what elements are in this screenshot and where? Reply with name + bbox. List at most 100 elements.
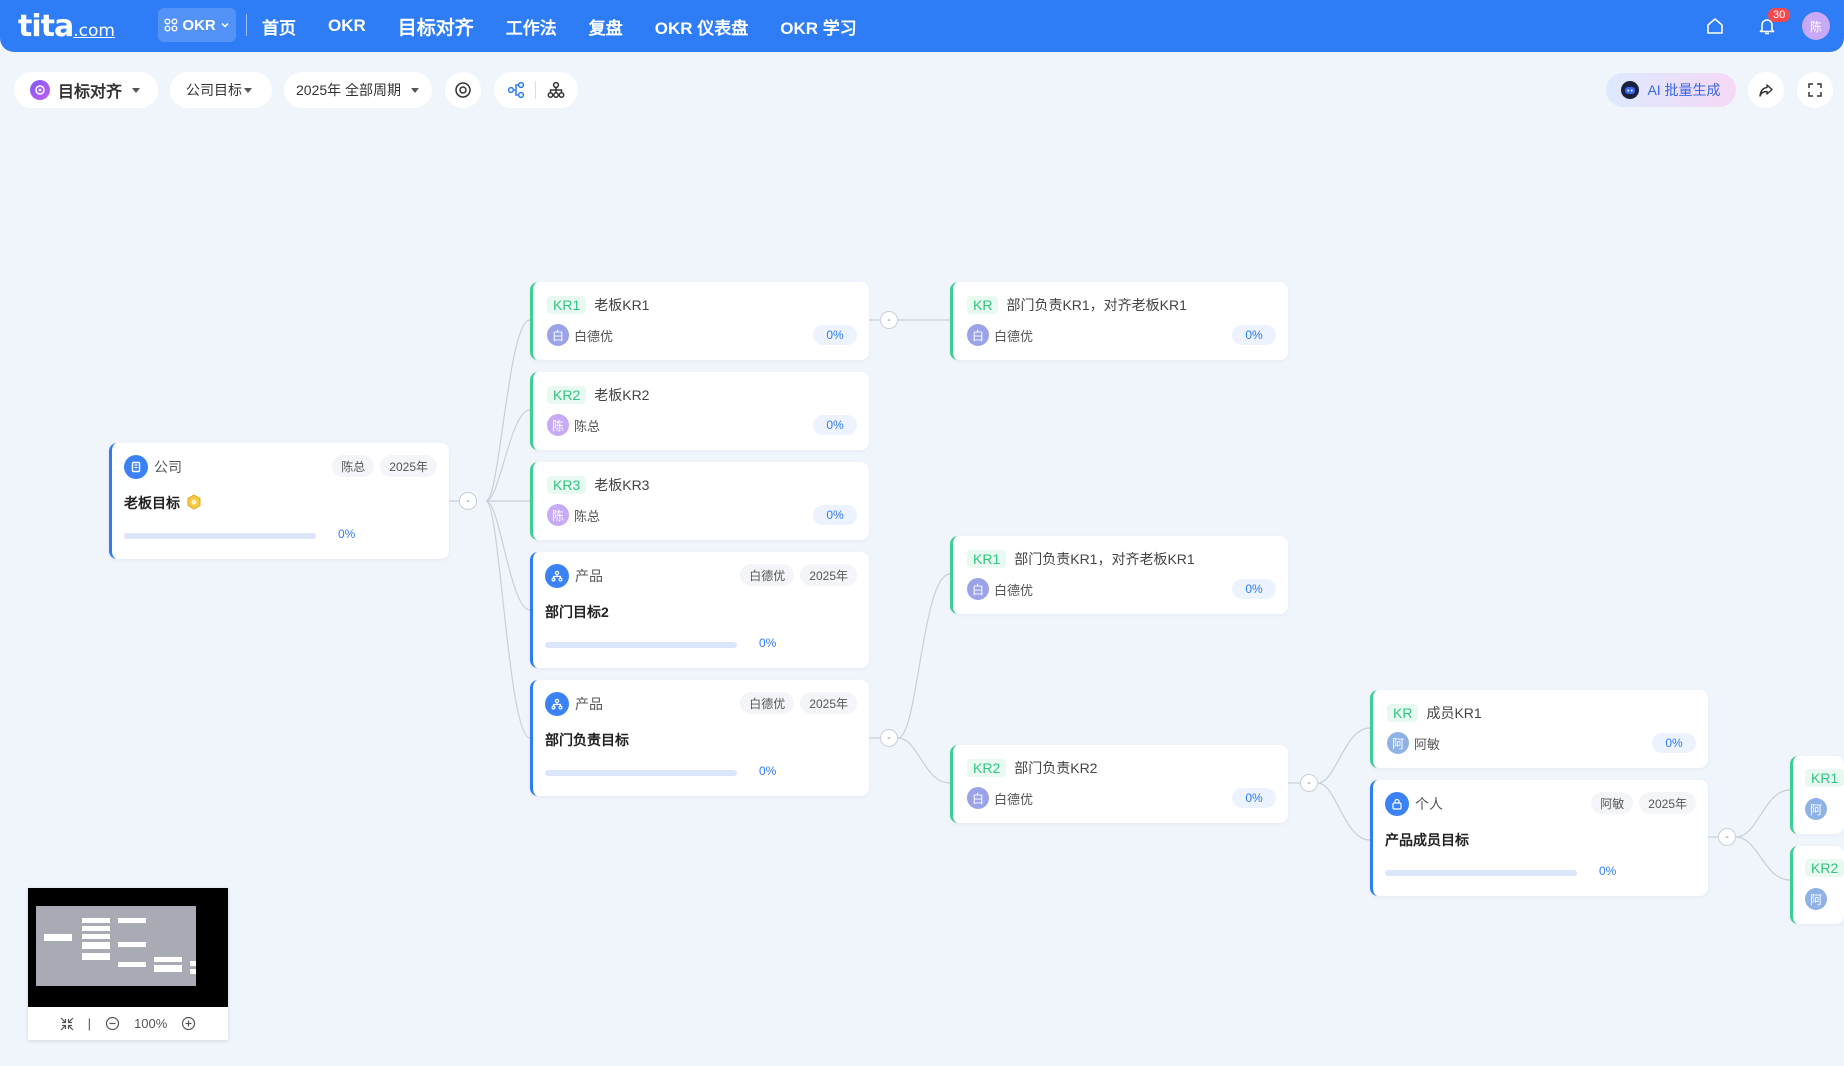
owner-name: 白德优 [574,328,614,344]
period-selector[interactable]: 2025年 全部周期 [284,72,432,108]
minimap-node [154,957,182,962]
kr-card-boss-kr2[interactable]: KR2 老板KR2 陈 陈总 0% [530,372,869,450]
minimap-viewport[interactable] [28,888,228,1007]
progress-percent: 0% [759,636,777,650]
scope-selector[interactable]: 公司目标 [170,72,272,108]
kr-card-dept-kr2[interactable]: KR2 部门负责KR2 白 白德优 0% [950,745,1288,823]
objective-type: 产品 [575,568,603,584]
collapse-arrows-icon [60,1017,74,1030]
mind-map-layout-button[interactable] [507,81,525,99]
ai-robot-icon [1621,81,1640,99]
root-objective-card[interactable]: 公司 陈总 2025年 老板目标 0% [109,443,449,559]
kr-owner: 白 白德优 [967,787,1033,809]
mind-map-icon [508,81,525,99]
kr-owner: 陈 陈总 [547,504,600,526]
collapse-toggle-dept-owner[interactable]: - [880,729,898,747]
connector-l1-kr2 [485,409,531,502]
kr-card-member-sub-kr1[interactable]: KR1 阿 [1790,756,1844,834]
connector-l1-obj1 [485,500,531,611]
connector-l4-kr1 [1735,789,1791,838]
minimap-node [190,969,196,974]
nav-goal-alignment[interactable]: 目标对齐 [398,13,474,40]
minimap-node [118,962,146,967]
kr-title: 部门负责KR1，对齐老板KR1 [1006,297,1187,313]
minimap-node [118,918,146,923]
dept-objective-card-2[interactable]: 产品 白德优 2025年 部门目标2 0% [530,552,869,668]
kr-progress: 0% [1232,579,1276,599]
nav-okr-learning[interactable]: OKR 学习 [780,14,857,39]
apps-icon [164,18,178,32]
nav-review[interactable]: 复盘 [589,14,623,39]
ai-batch-generate-button[interactable]: AI 批量生成 [1606,73,1736,107]
kr-card-dept-kr1-aligned[interactable]: KR 部门负责KR1，对齐老板KR1 白 白德优 0% [950,282,1288,360]
kr-owner: 白 白德优 [967,324,1033,346]
tita-logo[interactable]: tita.com [18,9,115,44]
owner-avatar: 白 [967,324,989,346]
target-view-button[interactable] [445,72,481,108]
kr-card-boss-kr3[interactable]: KR3 老板KR3 陈 陈总 0% [530,462,869,540]
objective-title-text: 老板目标 [124,495,180,511]
kr-owner: 白 白德优 [547,324,613,346]
kr-header: KR 部门负责KR1，对齐老板KR1 [967,295,1187,315]
dept-owner-objective-card[interactable]: 产品 白德优 2025年 部门负责目标 0% [530,680,869,796]
kr-card-dept-kr1[interactable]: KR1 部门负责KR1，对齐老板KR1 白 白德优 0% [950,536,1288,614]
toggle-divider [535,81,537,99]
kr-title: 部门负责KR2 [1014,760,1098,776]
owner-avatar: 阿 [1805,798,1827,820]
scope-selector-label: 公司目标 [186,82,242,98]
year-tag: 2025年 [800,692,857,714]
kr-header: KR3 老板KR3 [547,475,649,495]
kr-tag: KR2 [1805,859,1844,877]
kr-header: KR 成员KR1 [1387,703,1482,723]
home-icon[interactable] [1703,14,1727,38]
minimap-canvas [36,906,196,986]
progress-bar [1385,870,1577,876]
kr-card-member-sub-kr2[interactable]: KR2 阿 [1790,846,1844,924]
org-chart-layout-button[interactable] [547,81,565,99]
fullscreen-button[interactable] [1797,72,1833,108]
kr-header: KR2 [1805,859,1844,877]
owner-avatar: 白 [547,324,569,346]
objective-type: 个人 [1415,796,1443,812]
nav-okr[interactable]: OKR [328,16,366,36]
minimap-node [82,926,110,931]
ai-batch-generate-label: AI 批量生成 [1647,82,1721,98]
collapse-toggle-member-objective[interactable]: - [1718,828,1736,846]
kr-tag: KR2 [967,759,1007,777]
share-button[interactable] [1748,72,1784,108]
zoom-in-button[interactable] [181,1016,196,1031]
user-avatar[interactable]: 陈 [1802,12,1830,40]
caret-down-icon [244,87,252,93]
app-switcher-button[interactable]: OKR [158,8,236,42]
year-tag: 2025年 [800,564,857,586]
main-nav: 首页 OKR 目标对齐 工作法 复盘 OKR 仪表盘 OKR 学习 [262,0,857,52]
kr-progress: 0% [1652,733,1696,753]
objective-tags: 白德优 2025年 [740,564,857,586]
kr-progress: 0% [813,325,857,345]
kr-card-boss-kr1[interactable]: KR1 老板KR1 白 白德优 0% [530,282,869,360]
collapse-toggle-root[interactable]: - [459,492,477,510]
fit-view-button[interactable] [60,1017,74,1031]
kr-owner: 白 白德优 [967,578,1033,600]
collapse-toggle-dept-kr2[interactable]: - [1300,774,1318,792]
owner-name: 阿敏 [1414,736,1441,752]
view-selector[interactable]: 目标对齐 [14,72,158,108]
kr-header: KR1 老板KR1 [547,295,649,315]
view-selector-label: 目标对齐 [58,84,123,101]
minimap-node [82,942,110,949]
kr-owner: 阿 [1805,798,1827,820]
caret-down-icon [411,87,420,93]
share-icon [1759,84,1773,97]
objective-header: 产品 [545,692,603,716]
department-icon [545,564,569,588]
kr-tag: KR1 [1805,769,1844,787]
owner-tag: 白德优 [740,692,795,714]
zoom-out-button[interactable] [105,1016,120,1031]
nav-okr-dashboard[interactable]: OKR 仪表盘 [655,14,749,39]
collapse-toggle-kr1[interactable]: - [880,311,898,329]
nav-home[interactable]: 首页 [262,14,296,39]
member-objective-card[interactable]: 个人 阿敏 2025年 产品成员目标 0% [1370,780,1708,896]
nav-work-method[interactable]: 工作法 [506,14,557,39]
owner-avatar: 白 [967,787,989,809]
kr-card-member-kr1[interactable]: KR 成员KR1 阿 阿敏 0% [1370,690,1708,768]
